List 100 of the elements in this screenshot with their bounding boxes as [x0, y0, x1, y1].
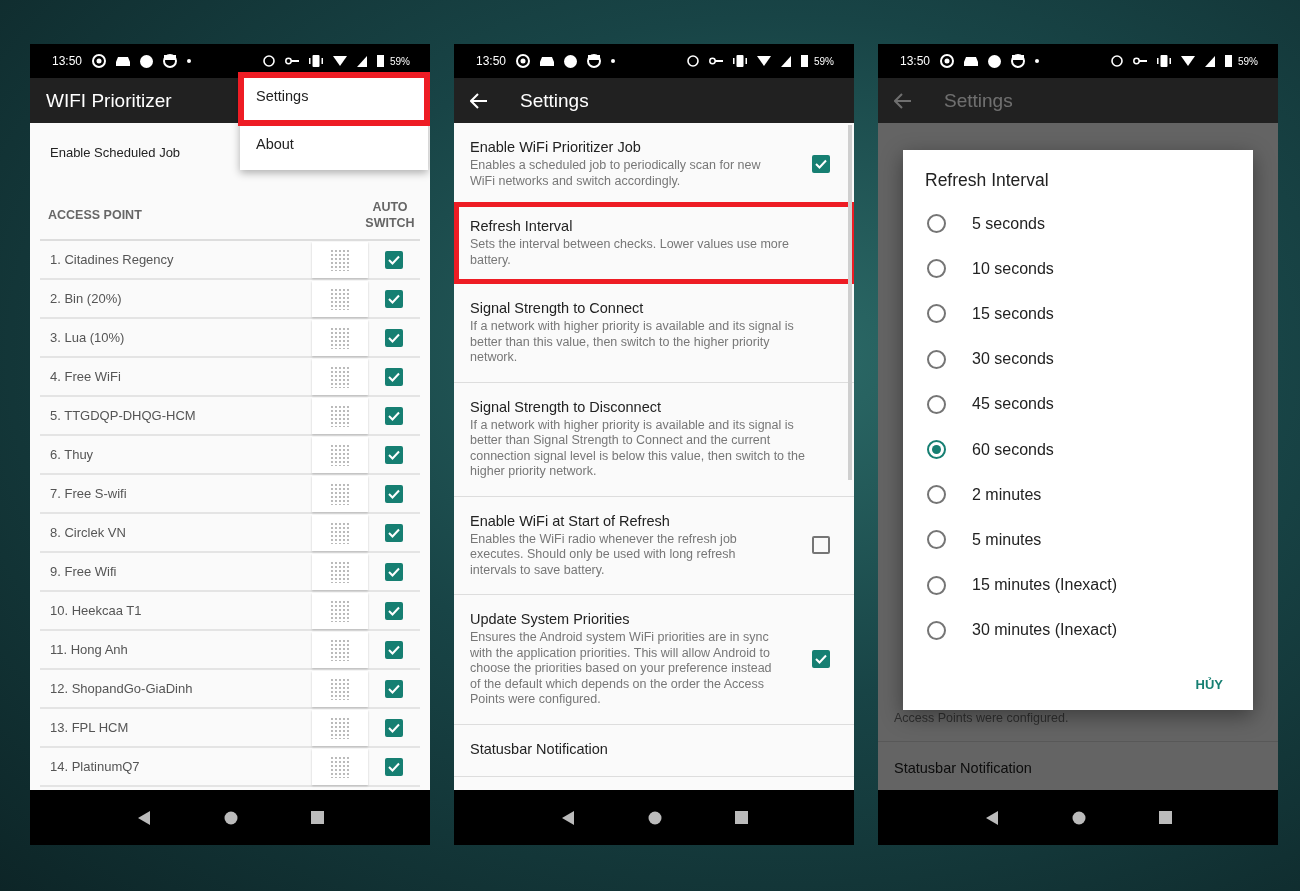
radio-button[interactable] — [927, 349, 946, 369]
option-label[interactable]: 60 seconds — [972, 440, 1054, 459]
radio-button[interactable] — [927, 440, 946, 460]
radio-button[interactable] — [927, 304, 946, 324]
auto-switch-checkbox[interactable] — [385, 289, 403, 308]
alarm-icon — [263, 55, 275, 67]
circle-icon — [564, 54, 578, 68]
car-icon — [116, 56, 131, 66]
auto-switch-checkbox[interactable] — [385, 445, 403, 464]
option-label[interactable]: 15 seconds — [972, 304, 1054, 323]
auto-switch-checkbox[interactable] — [385, 718, 403, 737]
radio-button[interactable] — [927, 530, 946, 550]
preference-item[interactable]: Statusbar Notification — [454, 724, 854, 777]
radio-button[interactable] — [927, 575, 946, 595]
drag-handle[interactable] — [312, 280, 368, 317]
auto-switch-checkbox[interactable] — [385, 367, 403, 386]
drag-dots-icon — [330, 716, 350, 739]
option-label[interactable]: 5 seconds — [972, 214, 1045, 233]
access-point-name: 3. Lua (10%) — [49, 330, 126, 345]
key-icon — [1133, 57, 1147, 65]
auto-switch-checkbox[interactable] — [385, 679, 403, 698]
auto-switch-checkbox[interactable] — [385, 601, 403, 620]
preference-item[interactable]: Enable WiFi at Start of Refresh Enables the WiFi radio whenever the refresh job executes. Should only be used with long refresh intervals to save battery. — [454, 496, 854, 595]
drag-handle[interactable] — [312, 748, 368, 785]
dot-icon — [611, 59, 616, 63]
option-label[interactable]: 45 seconds — [972, 395, 1054, 414]
status-time: 13:50 — [476, 54, 507, 68]
app-bar-title: WIFI Prioritizer — [46, 89, 172, 112]
preference-checkbox[interactable] — [812, 155, 830, 173]
key-icon — [285, 57, 299, 65]
access-point-name: 13. FPL HCM — [49, 720, 130, 735]
drag-handle[interactable] — [312, 241, 368, 278]
app-bar-title: Settings — [520, 89, 589, 112]
radio-button[interactable] — [927, 214, 946, 234]
preference-checkbox[interactable] — [812, 650, 830, 669]
wifi-icon — [757, 56, 771, 66]
option-label[interactable]: 30 seconds — [972, 350, 1054, 369]
battery-percent: 59% — [390, 55, 410, 67]
cancel-button[interactable]: HỦY — [1185, 668, 1233, 700]
preference-checkbox[interactable] — [812, 536, 830, 555]
radio-button[interactable] — [927, 259, 946, 279]
option-label[interactable]: 10 seconds — [972, 259, 1054, 278]
auto-switch-checkbox[interactable] — [385, 406, 403, 425]
drag-handle[interactable] — [312, 475, 368, 512]
recents-icon[interactable] — [1158, 811, 1172, 824]
column-header: ACCESS POINT — [48, 208, 143, 222]
auto-switch-checkbox[interactable] — [385, 523, 403, 542]
drag-handle[interactable] — [312, 631, 368, 668]
drag-dots-icon — [330, 443, 350, 466]
option-label[interactable]: 2 minutes — [972, 485, 1042, 504]
recents-icon[interactable] — [734, 811, 748, 824]
auto-switch-checkbox[interactable] — [385, 562, 403, 581]
vibrate-icon — [309, 55, 323, 67]
drag-dots-icon — [330, 677, 350, 700]
recents-icon[interactable] — [310, 811, 324, 824]
home-icon[interactable] — [223, 810, 238, 825]
dialog-title: Refresh Interval — [924, 170, 1050, 192]
back-icon[interactable] — [560, 809, 575, 826]
drag-dots-icon — [330, 599, 350, 622]
drag-dots-icon — [330, 365, 350, 388]
wifi-icon — [333, 56, 347, 66]
drag-handle[interactable] — [312, 358, 368, 395]
radio-button[interactable] — [927, 485, 946, 505]
back-icon[interactable] — [136, 809, 151, 826]
drag-handle[interactable] — [312, 319, 368, 356]
access-point-name: 14. PlatinumQ7 — [49, 759, 141, 774]
radio-button[interactable] — [927, 394, 946, 414]
status-time: 13:50 — [900, 54, 931, 68]
menu-item[interactable]: About — [240, 126, 428, 170]
auto-switch-checkbox[interactable] — [385, 640, 403, 659]
back-icon[interactable] — [984, 809, 999, 826]
home-icon[interactable] — [647, 810, 662, 825]
radio-button[interactable] — [927, 620, 946, 640]
column-header: AUTO SWITCH — [364, 199, 416, 231]
option-label[interactable]: 15 minutes (Inexact) — [972, 576, 1117, 595]
access-point-name: 4. Free WiFi — [49, 369, 122, 384]
menu-item[interactable]: Settings — [238, 72, 430, 126]
drag-handle[interactable] — [312, 553, 368, 590]
preference-item[interactable]: Refresh Interval Sets the interval between checks. Lower values use more battery. — [454, 202, 854, 284]
drag-handle[interactable] — [312, 670, 368, 707]
preference-summary: If a network with higher priority is available and its signal is better than Signal Strength to Connect and the current connection signal level is below this value, then switch to the higher priority network. — [470, 417, 806, 480]
preference-summary: If a network with higher priority is available and its signal is better than this value, then switch to the higher priority network. — [470, 319, 795, 366]
drag-handle[interactable] — [312, 397, 368, 434]
drag-handle[interactable] — [312, 709, 368, 746]
auto-switch-checkbox[interactable] — [385, 328, 403, 347]
circle-icon — [140, 54, 154, 68]
drag-handle[interactable] — [312, 514, 368, 551]
option-label[interactable]: 30 minutes (Inexact) — [972, 621, 1117, 640]
car-icon — [964, 56, 979, 66]
option-label[interactable]: 5 minutes — [972, 530, 1042, 549]
drag-handle[interactable] — [312, 436, 368, 473]
home-icon[interactable] — [1071, 810, 1086, 825]
battery-icon — [377, 55, 384, 67]
auto-switch-checkbox[interactable] — [385, 757, 403, 776]
auto-switch-checkbox[interactable] — [385, 250, 403, 269]
drag-handle[interactable] — [312, 592, 368, 629]
back-arrow-icon[interactable] — [470, 92, 488, 109]
auto-switch-checkbox[interactable] — [385, 484, 403, 503]
preference-title: Statusbar Notification — [894, 759, 1033, 778]
drag-dots-icon — [330, 404, 350, 427]
